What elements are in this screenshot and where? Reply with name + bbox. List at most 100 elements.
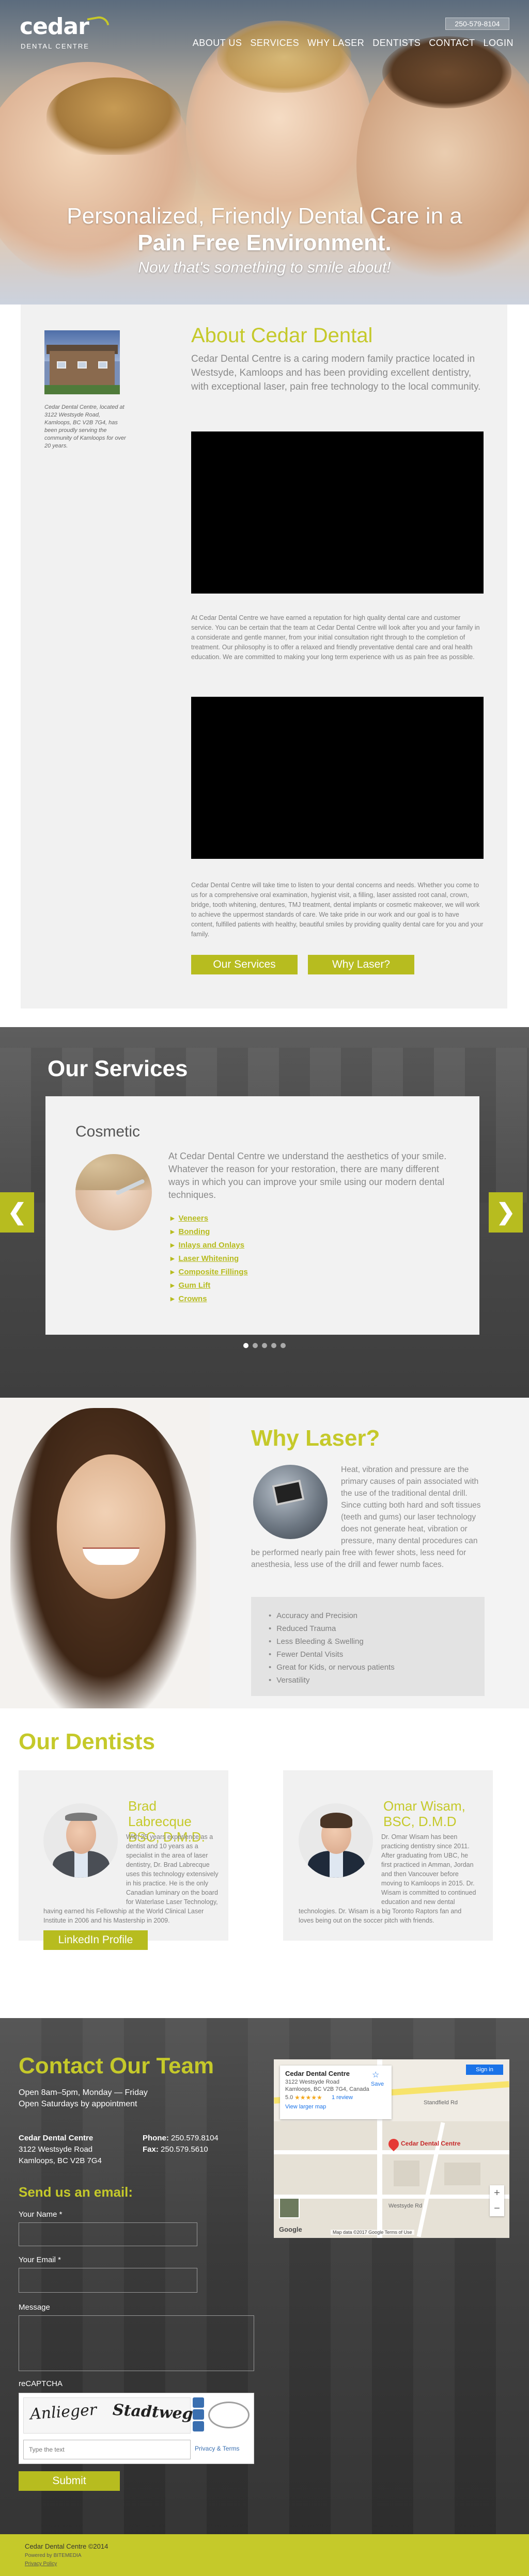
service-link-crowns[interactable]: Crowns [170,1292,325,1306]
footer-privacy-link[interactable]: Privacy Policy [25,2561,57,2567]
map-sign-in-button[interactable]: Sign in [466,2065,503,2075]
submit-button[interactable]: Submit [19,2471,120,2491]
map-place-name: Cedar Dental Centre [285,2070,350,2077]
logo-arc-icon [87,14,110,29]
google-map[interactable]: Standfield Rd Westsyde Rd Cedar Dental C… [274,2059,509,2238]
carousel-dot[interactable] [271,1343,276,1348]
video-player[interactable] [191,431,484,594]
hero-banner: cedar DENTAL CENTRE 250-579-8104 ABOUT U… [0,0,529,305]
captcha-input[interactable] [23,2440,191,2459]
about-paragraph: Cedar Dental Centre will take time to li… [191,882,484,938]
dentist-bio: Dr. Omar Wisam has been practicing denti… [299,1832,476,1925]
nav-login[interactable]: LOGIN [483,36,514,50]
carousel-prev-button[interactable]: ❮ [0,1192,34,1233]
logo-subtitle: DENTAL CENTRE [21,42,89,50]
map-reviews-link[interactable]: 1 review [332,2094,353,2101]
device-screen [272,1479,305,1506]
service-link-veneers[interactable]: Veneers [170,1212,325,1225]
nav-about-us[interactable]: ABOUT US [193,36,242,50]
zoom-in-button[interactable]: + [490,2185,504,2201]
phone-label: Phone: [143,2134,169,2142]
dentist-bio: With 25 years experience as a dentist an… [43,1832,221,1925]
captcha-word: Stadtweg [112,2401,194,2424]
office-hours: Open 8am–5pm, Monday — Friday [19,2088,148,2097]
map-building [444,2163,480,2185]
footer-powered-by[interactable]: Powered by BITEMEDIA [25,2553,81,2558]
service-link-bonding[interactable]: Bonding [170,1225,325,1239]
help-icon[interactable] [193,2421,204,2431]
benefit-item: Fewer Dental Visits [269,1648,395,1661]
captcha-image: Anlieger Stadtweg [23,2397,194,2434]
recaptcha-widget: Anlieger Stadtweg Privacy & Terms [19,2393,254,2464]
zoom-out-button[interactable]: − [490,2201,504,2216]
contact-title: Contact Our Team [19,2053,214,2078]
office-hours-saturday: Open Saturdays by appointment [19,2100,137,2108]
captcha-privacy-link[interactable]: Privacy & Terms [195,2445,239,2452]
nav-why-laser[interactable]: WHY LASER [307,36,364,50]
captcha-word: Anlieger [29,2401,98,2424]
carousel-dot[interactable] [243,1343,248,1348]
nav-dentists[interactable]: DENTISTS [372,36,421,50]
message-field[interactable] [19,2315,254,2371]
audio-icon[interactable] [193,2409,204,2420]
map-credit: Map data ©2017 Google Terms of Use [331,2230,414,2235]
services-title: Our Services [48,1056,188,1081]
nav-services[interactable]: SERVICES [250,36,299,50]
carousel-dots [240,1343,289,1349]
service-link-laser-whitening[interactable]: Laser Whitening [170,1252,325,1266]
contact-phone: Phone: 250.579.8104 [143,2134,219,2142]
hero-headline: Personalized, Friendly Dental Care in a [67,203,462,229]
map-street-label: Westsyde Rd [388,2203,423,2209]
main-nav: ABOUT US SERVICES WHY LASER DENTISTS CON… [193,36,514,50]
laser-device-icon [253,1465,328,1539]
photo-hair [65,1813,97,1821]
satellite-toggle[interactable] [279,2198,300,2218]
carousel-dot[interactable] [262,1343,267,1348]
map-street-label: Standfield Rd [424,2100,458,2106]
linkedin-profile-button[interactable]: LinkedIn Profile [43,1930,148,1950]
footer-copyright: Cedar Dental Centre ©2014 [25,2542,108,2550]
carousel-dot[interactable] [281,1343,286,1348]
nav-contact[interactable]: CONTACT [429,36,475,50]
photo-window [57,361,66,369]
clinic-building-photo [44,330,120,394]
map-save-link[interactable]: Save [371,2081,384,2087]
email-form-title: Send us an email: [19,2184,133,2200]
laser-benefits-list: Accuracy and Precision Reduced Trauma Le… [269,1609,395,1687]
star-save-icon[interactable]: ☆ [372,2070,379,2080]
cosmetic-service-photo [75,1154,152,1230]
photo-smile [83,1547,139,1565]
bio-photo-spacer [43,1832,126,1900]
view-larger-map-link[interactable]: View larger map [285,2104,326,2110]
carousel-next-button[interactable]: ❯ [489,1192,523,1233]
phone-number[interactable]: 250.579.8104 [171,2134,219,2142]
captcha-controls [193,2397,204,2434]
video-player[interactable] [191,697,484,859]
service-link-composite-fillings[interactable]: Composite Fillings [170,1266,325,1279]
header-phone[interactable]: 250-579-8104 [445,18,509,30]
benefit-item: Accuracy and Precision [269,1609,395,1622]
logo[interactable]: cedar DENTAL CENTRE [20,14,113,52]
fax-label: Fax: [143,2145,159,2154]
map-info-card: Cedar Dental Centre 3122 Westsyde Road K… [280,2066,392,2119]
map-place-address: Kamloops, BC V2B 7G4, Canada [285,2086,369,2092]
email-label: Your Email * [19,2255,61,2264]
clinic-address-line: Kamloops, BC V2B 7G4 [19,2156,102,2165]
carousel-dot[interactable] [253,1343,258,1348]
google-logo: Google [279,2226,302,2233]
name-label: Your Name * [19,2210,63,2219]
map-rating: 5.0 [285,2094,293,2101]
dentist-name: Omar Wisam, BSC, D.M.D [383,1798,465,1829]
benefit-item: Great for Kids, or nervous patients [269,1661,394,1674]
dentists-title: Our Dentists [19,1729,155,1754]
name-field[interactable] [19,2222,197,2246]
service-category-title: Cosmetic [75,1123,141,1140]
laser-title: Why Laser? [251,1426,380,1451]
email-field[interactable] [19,2268,197,2293]
map-road [274,2150,509,2154]
refresh-icon[interactable] [193,2397,204,2408]
our-services-button[interactable]: Our Services [191,955,298,974]
service-link-gum-lift[interactable]: Gum Lift [170,1279,325,1292]
service-link-inlays-onlays[interactable]: Inlays and Onlays [170,1239,325,1252]
why-laser-button[interactable]: Why Laser? [308,955,414,974]
